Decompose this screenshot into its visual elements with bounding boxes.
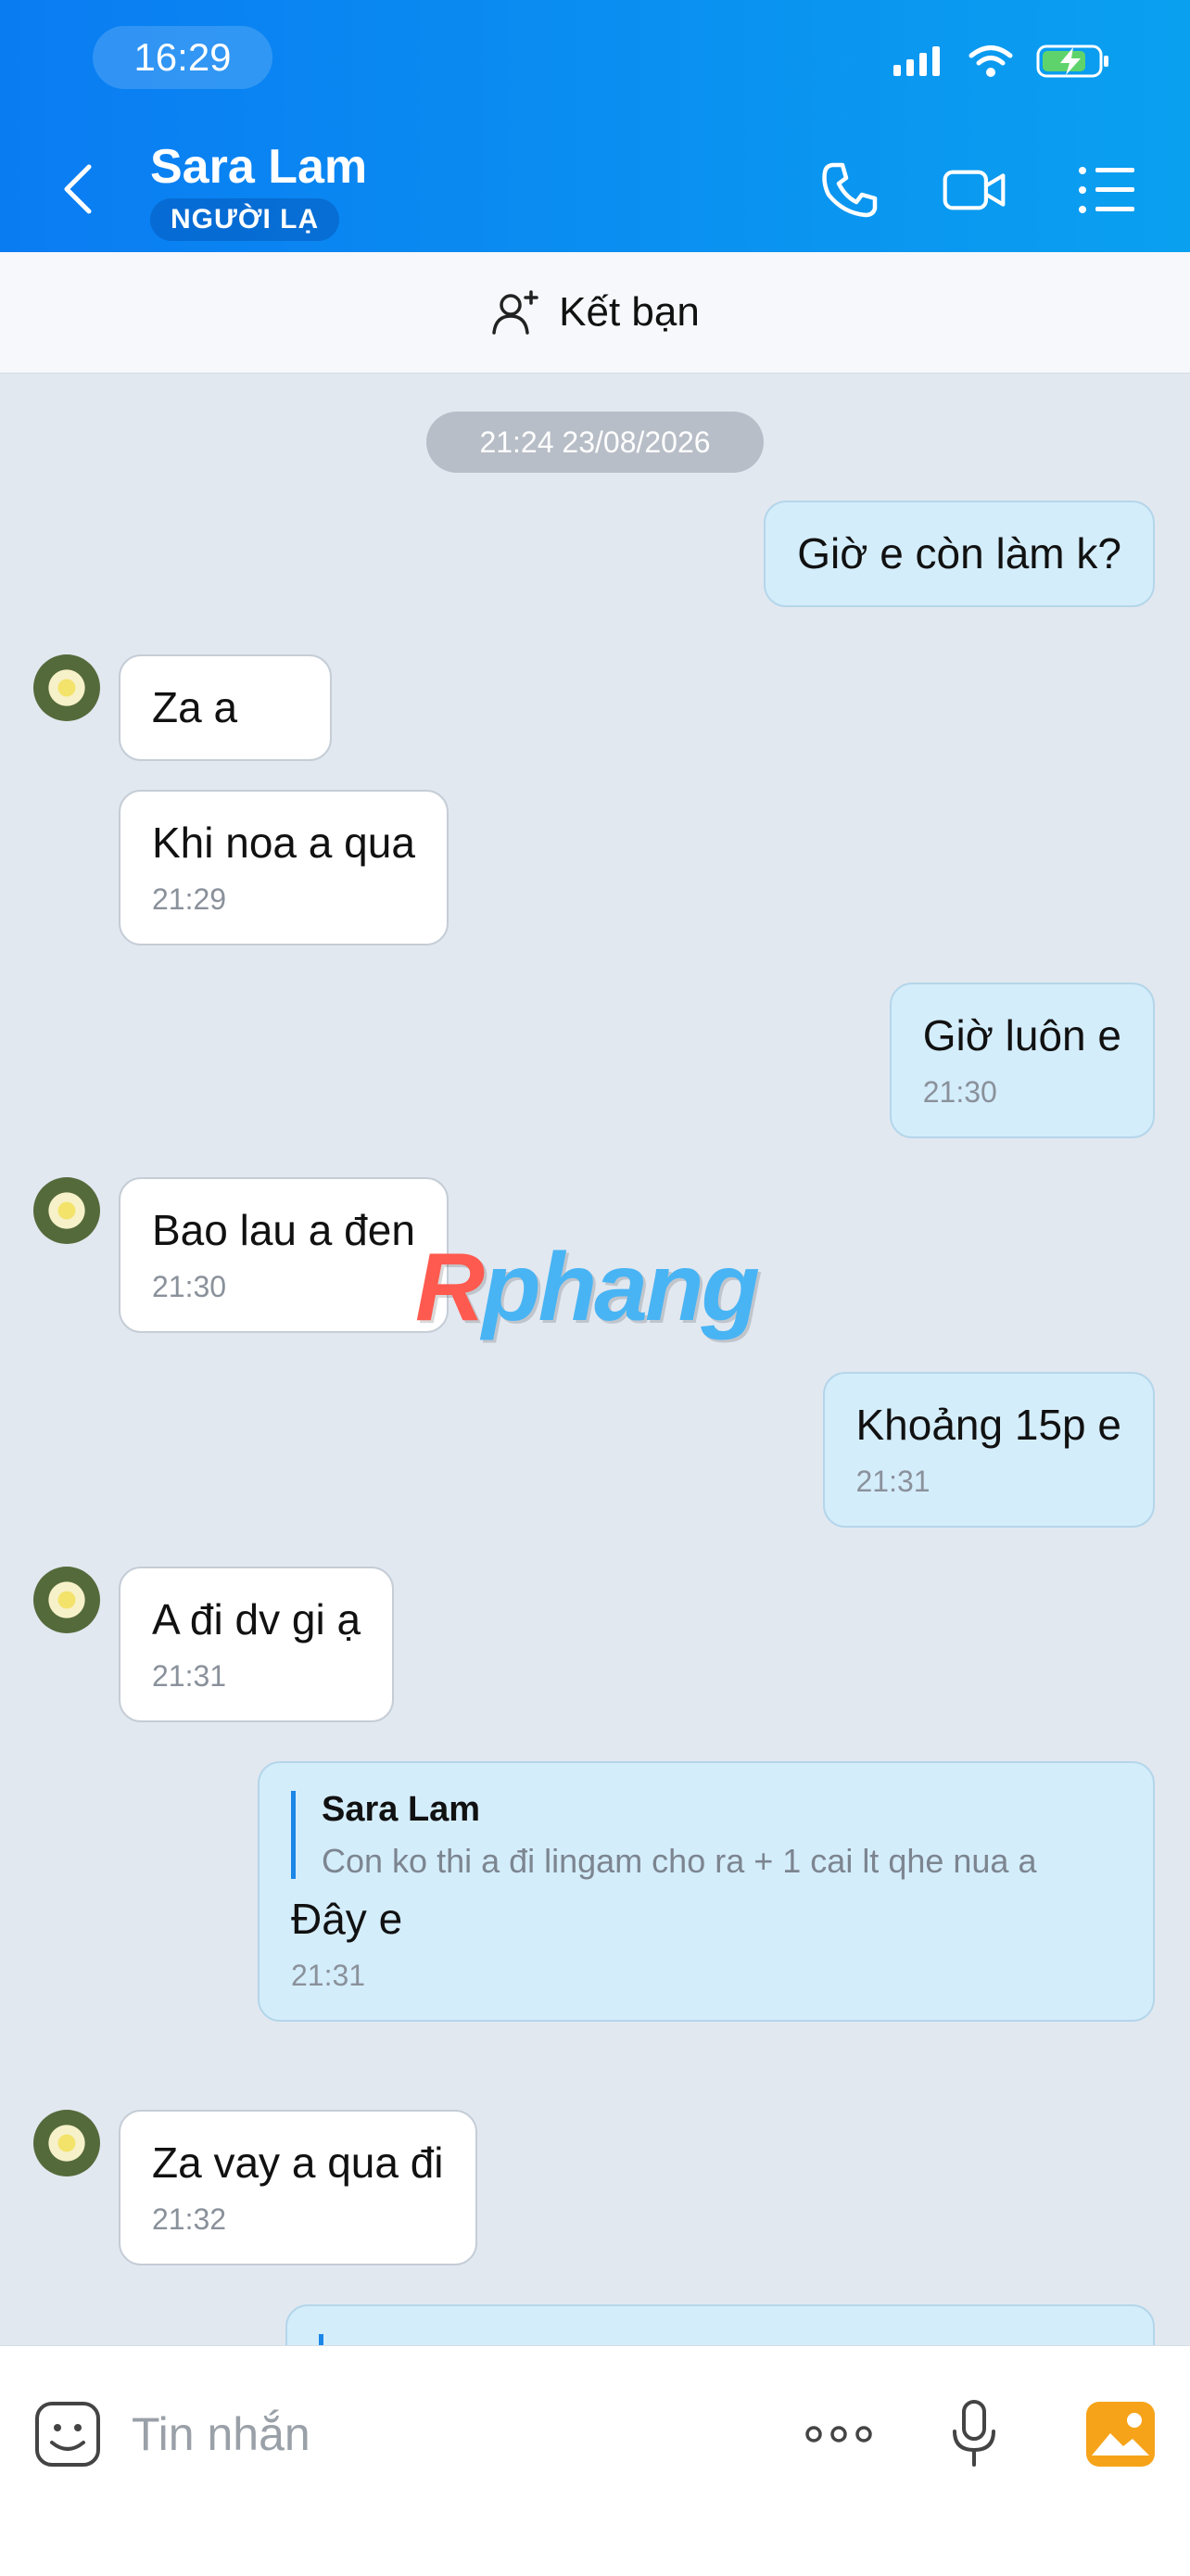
phone-icon[interactable]	[817, 158, 882, 222]
microphone-icon[interactable]	[938, 2398, 1010, 2470]
message-text: Bao lau a đen	[152, 1206, 415, 1254]
message-outgoing[interactable]: Giờ luôn e 21:30	[889, 983, 1155, 1138]
quoted-message[interactable]: Sara Lam Con ko thi a đi lingam cho ra +…	[291, 1790, 1121, 1880]
quote-bar	[319, 2334, 1121, 2345]
message-time: 21:31	[291, 1958, 366, 1992]
quote-sender: Sara Lam	[322, 1790, 481, 1829]
date-separator: 21:24 23/08/2026	[426, 412, 764, 473]
message-outgoing[interactable]: Khoảng 15p e 21:31	[822, 1372, 1155, 1528]
contact-name[interactable]: Sara Lam	[150, 139, 367, 195]
message-text: Za vay a qua đi	[152, 2138, 444, 2187]
message-incoming[interactable]: Bao lau a đen 21:30	[119, 1177, 449, 1333]
menu-icon[interactable]	[1075, 158, 1140, 222]
message-time: 21:31	[152, 1658, 227, 1693]
photo-gallery-icon[interactable]	[1084, 2398, 1157, 2470]
message-incoming[interactable]: Za a	[119, 654, 332, 761]
wifi-icon	[968, 45, 1013, 77]
avatar[interactable]	[33, 1567, 100, 1633]
message-time: 21:30	[152, 1269, 227, 1303]
back-icon[interactable]	[57, 161, 98, 217]
watermark-logo: Rphang	[415, 1234, 760, 1341]
add-friend-bar[interactable]: Kết bạn	[0, 252, 1190, 374]
more-options-icon[interactable]	[803, 2398, 875, 2470]
message-time: 21:31	[855, 1464, 930, 1498]
message-text: Khi noa a qua	[152, 818, 415, 867]
message-outgoing[interactable]: Giờ e còn làm k?	[764, 501, 1155, 607]
message-incoming[interactable]: Khi noa a qua 21:29	[119, 790, 449, 945]
message-time: 21:29	[152, 882, 227, 916]
message-input[interactable]: Tin nhắn	[132, 2407, 310, 2461]
status-time: 16:29	[93, 26, 272, 89]
battery-charging-icon	[1036, 44, 1108, 78]
stranger-badge: NGƯỜI LẠ	[150, 198, 340, 241]
message-text: Giờ luôn e	[922, 1011, 1121, 1060]
signal-icon	[893, 46, 940, 76]
video-call-icon[interactable]	[942, 158, 1006, 222]
message-text: Đây e	[291, 1895, 403, 1944]
message-outgoing-partial[interactable]	[285, 2304, 1155, 2345]
message-outgoing-reply[interactable]: Sara Lam Con ko thi a đi lingam cho ra +…	[258, 1761, 1155, 2023]
add-friend-icon	[492, 290, 538, 335]
avatar[interactable]	[33, 1177, 100, 1244]
message-text: Giờ e còn làm k?	[797, 529, 1121, 577]
quote-text: Con ko thi a đi lingam cho ra + 1 cai lt…	[322, 1841, 1037, 1880]
message-text: Khoảng 15p e	[855, 1401, 1122, 1449]
message-time: 21:30	[922, 1074, 997, 1109]
add-friend-label: Kết bạn	[559, 289, 700, 335]
message-text: Za a	[152, 683, 238, 731]
avatar[interactable]	[33, 2110, 100, 2176]
message-time: 21:32	[152, 2202, 227, 2236]
message-input-bar: Tin nhắn	[0, 2345, 1190, 2576]
message-incoming[interactable]: Za vay a qua đi 21:32	[119, 2110, 477, 2265]
message-list[interactable]: 21:24 23/08/2026 Giờ e còn làm k? Za a K…	[0, 373, 1190, 2345]
sticker-icon[interactable]	[32, 2398, 104, 2470]
avatar[interactable]	[33, 654, 100, 721]
chat-header: 16:29 Sara Lam NGƯỜI LẠ	[0, 0, 1190, 252]
message-incoming[interactable]: A đi dv gi ạ 21:31	[119, 1567, 395, 1722]
status-icons	[892, 43, 1110, 80]
message-text: A đi dv gi ạ	[152, 1595, 361, 1643]
